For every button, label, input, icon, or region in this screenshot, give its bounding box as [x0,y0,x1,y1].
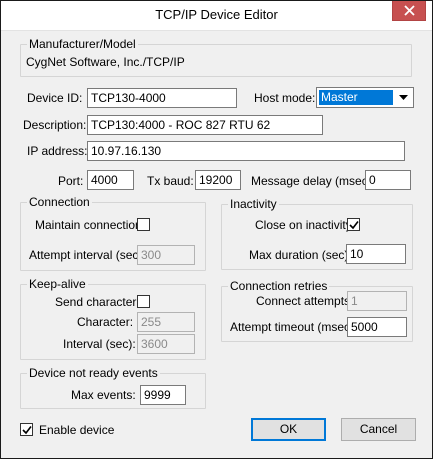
connection-group-label: Connection [27,195,92,209]
cancel-button[interactable]: Cancel [341,418,416,441]
connection-retries-group-label: Connection retries [228,279,330,293]
device-id-value: TCP130-4000 [91,91,166,105]
chevron-down-icon [399,95,408,100]
description-field[interactable]: TCP130:4000 - ROC 827 RTU 62 [87,115,323,135]
attempt-timeout-label: Attempt timeout (msec): [230,320,358,334]
message-delay-value: 0 [369,173,376,187]
connect-attempts-label: Connect attempts: [256,294,354,308]
host-mode-dropdown-button[interactable] [395,89,412,106]
keepalive-group-label: Keep-alive [27,277,88,291]
max-events-value: 9999 [144,388,171,402]
attempt-interval-value: 300 [141,248,162,262]
max-events-label: Max events: [71,388,136,402]
send-character-label: Send character [55,295,137,309]
max-duration-label: Max duration (sec): [249,248,352,262]
ok-button[interactable]: OK [251,418,326,441]
interval-value: 3600 [141,337,168,351]
description-value: TCP130:4000 - ROC 827 RTU 62 [91,118,271,132]
attempt-interval-label: Attempt interval (sec): [29,248,146,262]
character-value: 255 [141,315,162,329]
ip-address-field[interactable]: 10.97.16.130 [87,141,405,161]
attempt-timeout-field[interactable]: 5000 [347,317,407,337]
ip-address-label: IP address: [27,144,88,158]
host-mode-select[interactable]: Master [316,87,414,108]
attempt-interval-field[interactable]: 300 [137,245,195,265]
ip-address-value: 10.97.16.130 [91,144,162,158]
manufacturer-group-label: Manufacturer/Model [27,37,138,51]
interval-label: Interval (sec): [63,337,136,351]
enable-device-checkbox[interactable] [20,423,33,436]
tx-baud-label: Tx baud: [147,174,194,188]
device-id-label: Device ID: [27,91,83,105]
enable-device-label: Enable device [39,423,115,437]
send-character-checkbox[interactable] [137,295,150,308]
connect-attempts-field[interactable]: 1 [347,291,407,311]
close-on-inactivity-label: Close on inactivity [255,218,352,232]
maintain-connection-checkbox[interactable] [137,218,150,231]
port-label: Port: [58,174,84,188]
maintain-connection-label: Maintain connection [35,218,142,232]
checkmark-icon [22,426,32,435]
host-mode-label: Host mode: [254,91,316,105]
close-icon [404,5,415,16]
host-mode-value: Master [319,90,393,105]
checkmark-icon [349,221,359,230]
message-delay-field[interactable]: 0 [365,170,411,190]
window-title: TCP/IP Device Editor [155,7,278,22]
close-on-inactivity-checkbox[interactable] [347,218,360,231]
device-id-field[interactable]: TCP130-4000 [87,88,237,108]
close-button[interactable] [392,1,426,21]
attempt-timeout-value: 5000 [351,320,378,334]
description-label: Description: [23,118,87,132]
max-events-field[interactable]: 9999 [140,385,186,405]
dialog-window: TCP/IP Device Editor Manufacturer/Model … [0,0,433,459]
character-label: Character: [77,315,134,329]
message-delay-label: Message delay (msec): [251,174,376,188]
max-duration-value: 10 [350,247,364,261]
not-ready-events-group-label: Device not ready events [27,366,160,380]
manufacturer-value: CygNet Software, Inc./TCP/IP [26,55,185,69]
connect-attempts-value: 1 [351,294,358,308]
max-duration-field[interactable]: 10 [346,244,406,264]
title-bar[interactable]: TCP/IP Device Editor [1,1,432,31]
port-field[interactable]: 4000 [87,170,134,190]
tx-baud-field[interactable]: 19200 [195,170,241,190]
port-value: 4000 [91,173,118,187]
tx-baud-value: 19200 [199,173,233,187]
interval-field[interactable]: 3600 [137,334,195,354]
character-field[interactable]: 255 [137,312,195,332]
inactivity-group-label: Inactivity [228,197,279,211]
